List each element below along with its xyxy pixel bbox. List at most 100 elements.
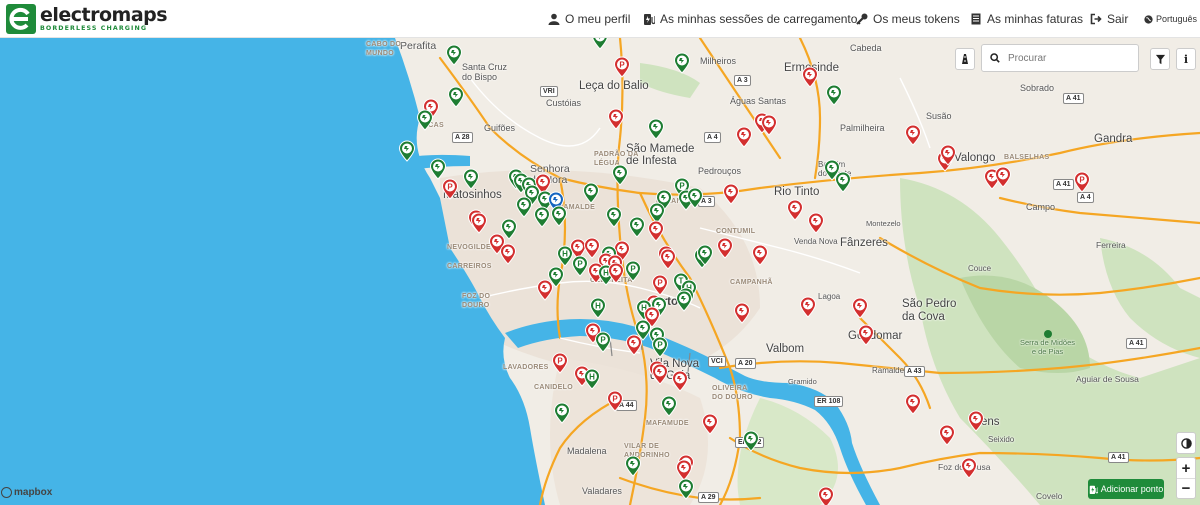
- charging-station-pin[interactable]: P: [441, 178, 459, 200]
- charging-station-pin[interactable]: [938, 424, 956, 446]
- charging-station-pin[interactable]: [607, 108, 625, 130]
- charging-station-pin[interactable]: [851, 297, 869, 319]
- mapbox-attribution[interactable]: mapbox: [1, 487, 52, 498]
- charging-session-icon: [644, 14, 655, 25]
- charging-station-pin[interactable]: [751, 244, 769, 266]
- zoom-in-button[interactable]: +: [1177, 458, 1195, 478]
- charging-station-pin[interactable]: [939, 144, 957, 166]
- charging-station-pin[interactable]: [735, 126, 753, 148]
- charging-station-pin[interactable]: H: [583, 368, 601, 390]
- charging-station-pin[interactable]: P: [606, 390, 624, 412]
- map-style-toggle-button[interactable]: [955, 48, 975, 70]
- charging-station-pin[interactable]: [605, 206, 623, 228]
- charging-station-pin[interactable]: [445, 44, 463, 66]
- filter-button[interactable]: [1150, 48, 1170, 70]
- nav-logout[interactable]: Sair: [1090, 12, 1128, 26]
- search-box[interactable]: [981, 44, 1139, 72]
- nav-my-profile[interactable]: O meu perfil: [548, 12, 630, 26]
- charging-station-pin[interactable]: [416, 109, 434, 131]
- charging-station-pin[interactable]: [994, 166, 1012, 188]
- place-label: Couce: [968, 264, 992, 273]
- charging-station-pin[interactable]: [733, 302, 751, 324]
- charging-station-pin[interactable]: [675, 290, 693, 312]
- charging-station-pin[interactable]: [673, 52, 691, 74]
- charging-station-pin[interactable]: P: [1073, 171, 1091, 193]
- charging-station-pin[interactable]: [647, 220, 665, 242]
- zoom-out-button[interactable]: −: [1177, 478, 1195, 498]
- charging-station-pin[interactable]: [536, 279, 554, 301]
- charging-station-pin[interactable]: [904, 124, 922, 146]
- charging-station-pin[interactable]: [960, 457, 978, 479]
- charging-station-pin[interactable]: [659, 248, 677, 270]
- charging-station-pin[interactable]: [470, 212, 488, 234]
- charging-station-pin[interactable]: [807, 212, 825, 234]
- charging-station-pin[interactable]: [591, 38, 609, 50]
- charging-station-pin[interactable]: [677, 478, 695, 500]
- add-point-button[interactable]: Adicionar ponto: [1088, 479, 1164, 499]
- charging-station-pin[interactable]: [686, 187, 704, 209]
- charging-stations-map[interactable]: Perafita Santa Cruz do Bispo Custóias Le…: [0, 38, 1200, 505]
- charging-station-pin[interactable]: P: [624, 260, 642, 282]
- charging-station-pin[interactable]: P: [551, 352, 569, 374]
- charging-station-pin[interactable]: P: [613, 56, 631, 78]
- charging-station-pin[interactable]: [582, 182, 600, 204]
- nav-my-tokens[interactable]: Os meus tokens: [856, 12, 960, 26]
- charging-station-pin[interactable]: [801, 66, 819, 88]
- charging-station-pin[interactable]: [786, 199, 804, 221]
- charging-station-pin[interactable]: [967, 410, 985, 432]
- svg-text:P: P: [630, 264, 636, 273]
- charging-station-pin[interactable]: [398, 140, 416, 162]
- charging-station-pin[interactable]: [823, 159, 841, 181]
- charging-station-pin[interactable]: [647, 118, 665, 140]
- charging-station-pin[interactable]: [825, 84, 843, 106]
- charging-station-pin[interactable]: [553, 402, 571, 424]
- charging-station-pin[interactable]: [760, 114, 778, 136]
- svg-text:P: P: [1079, 175, 1085, 184]
- charging-station-pin[interactable]: [651, 363, 669, 385]
- charging-station-pin[interactable]: [628, 216, 646, 238]
- charging-station-pin[interactable]: [550, 205, 568, 227]
- charging-station-pin[interactable]: P: [594, 331, 612, 353]
- place-label: Gramido: [788, 377, 817, 386]
- nav-my-invoices[interactable]: As minhas faturas: [970, 12, 1083, 26]
- logout-icon: [1090, 13, 1102, 25]
- contrast-toggle-button[interactable]: [1176, 432, 1196, 454]
- place-label: Venda Nova: [794, 237, 838, 246]
- charging-station-pin[interactable]: [799, 296, 817, 318]
- charging-station-pin[interactable]: [701, 413, 719, 435]
- charging-station-pin[interactable]: [499, 243, 517, 265]
- charging-station-pin[interactable]: [660, 395, 678, 417]
- charging-station-pin[interactable]: [857, 324, 875, 346]
- search-input[interactable]: [1008, 52, 1128, 64]
- charging-station-pin[interactable]: [671, 370, 689, 392]
- charging-station-pin[interactable]: [696, 244, 714, 266]
- charging-station-pin[interactable]: [904, 393, 922, 415]
- charging-station-pin[interactable]: [533, 206, 551, 228]
- charging-station-pin[interactable]: [447, 86, 465, 108]
- charging-station-pin[interactable]: [817, 486, 835, 505]
- charging-station-pin[interactable]: [722, 183, 740, 205]
- svg-text:P: P: [577, 259, 583, 268]
- charging-station-pin[interactable]: [742, 430, 760, 452]
- road-shield: A 43: [904, 366, 925, 377]
- road-shield: A 28: [452, 132, 473, 143]
- charging-station-pin[interactable]: P: [651, 336, 669, 358]
- nav-my-charging-sessions[interactable]: As minhas sessões de carregamento: [643, 12, 857, 26]
- contrast-icon: [1180, 437, 1192, 449]
- svg-text:H: H: [595, 301, 601, 310]
- charging-station-pin[interactable]: [625, 334, 643, 356]
- charging-station-pin[interactable]: H: [589, 297, 607, 319]
- charging-station-pin[interactable]: [607, 262, 625, 284]
- charging-station-pin[interactable]: [515, 196, 533, 218]
- charging-station-pin[interactable]: [716, 237, 734, 259]
- road-shield: A 41: [1053, 179, 1074, 190]
- charging-station-pin[interactable]: [611, 164, 629, 186]
- charging-station-pin[interactable]: [462, 168, 480, 190]
- info-button[interactable]: i: [1176, 48, 1196, 70]
- charging-station-pin[interactable]: [624, 455, 642, 477]
- electromaps-logo[interactable]: electromaps BORDERLESS CHARGING: [6, 4, 168, 34]
- language-selector[interactable]: Português: [1144, 14, 1197, 24]
- nav-my-profile-label: O meu perfil: [565, 12, 631, 26]
- charging-station-pin[interactable]: P: [651, 274, 669, 296]
- charging-station-pin[interactable]: [429, 158, 447, 180]
